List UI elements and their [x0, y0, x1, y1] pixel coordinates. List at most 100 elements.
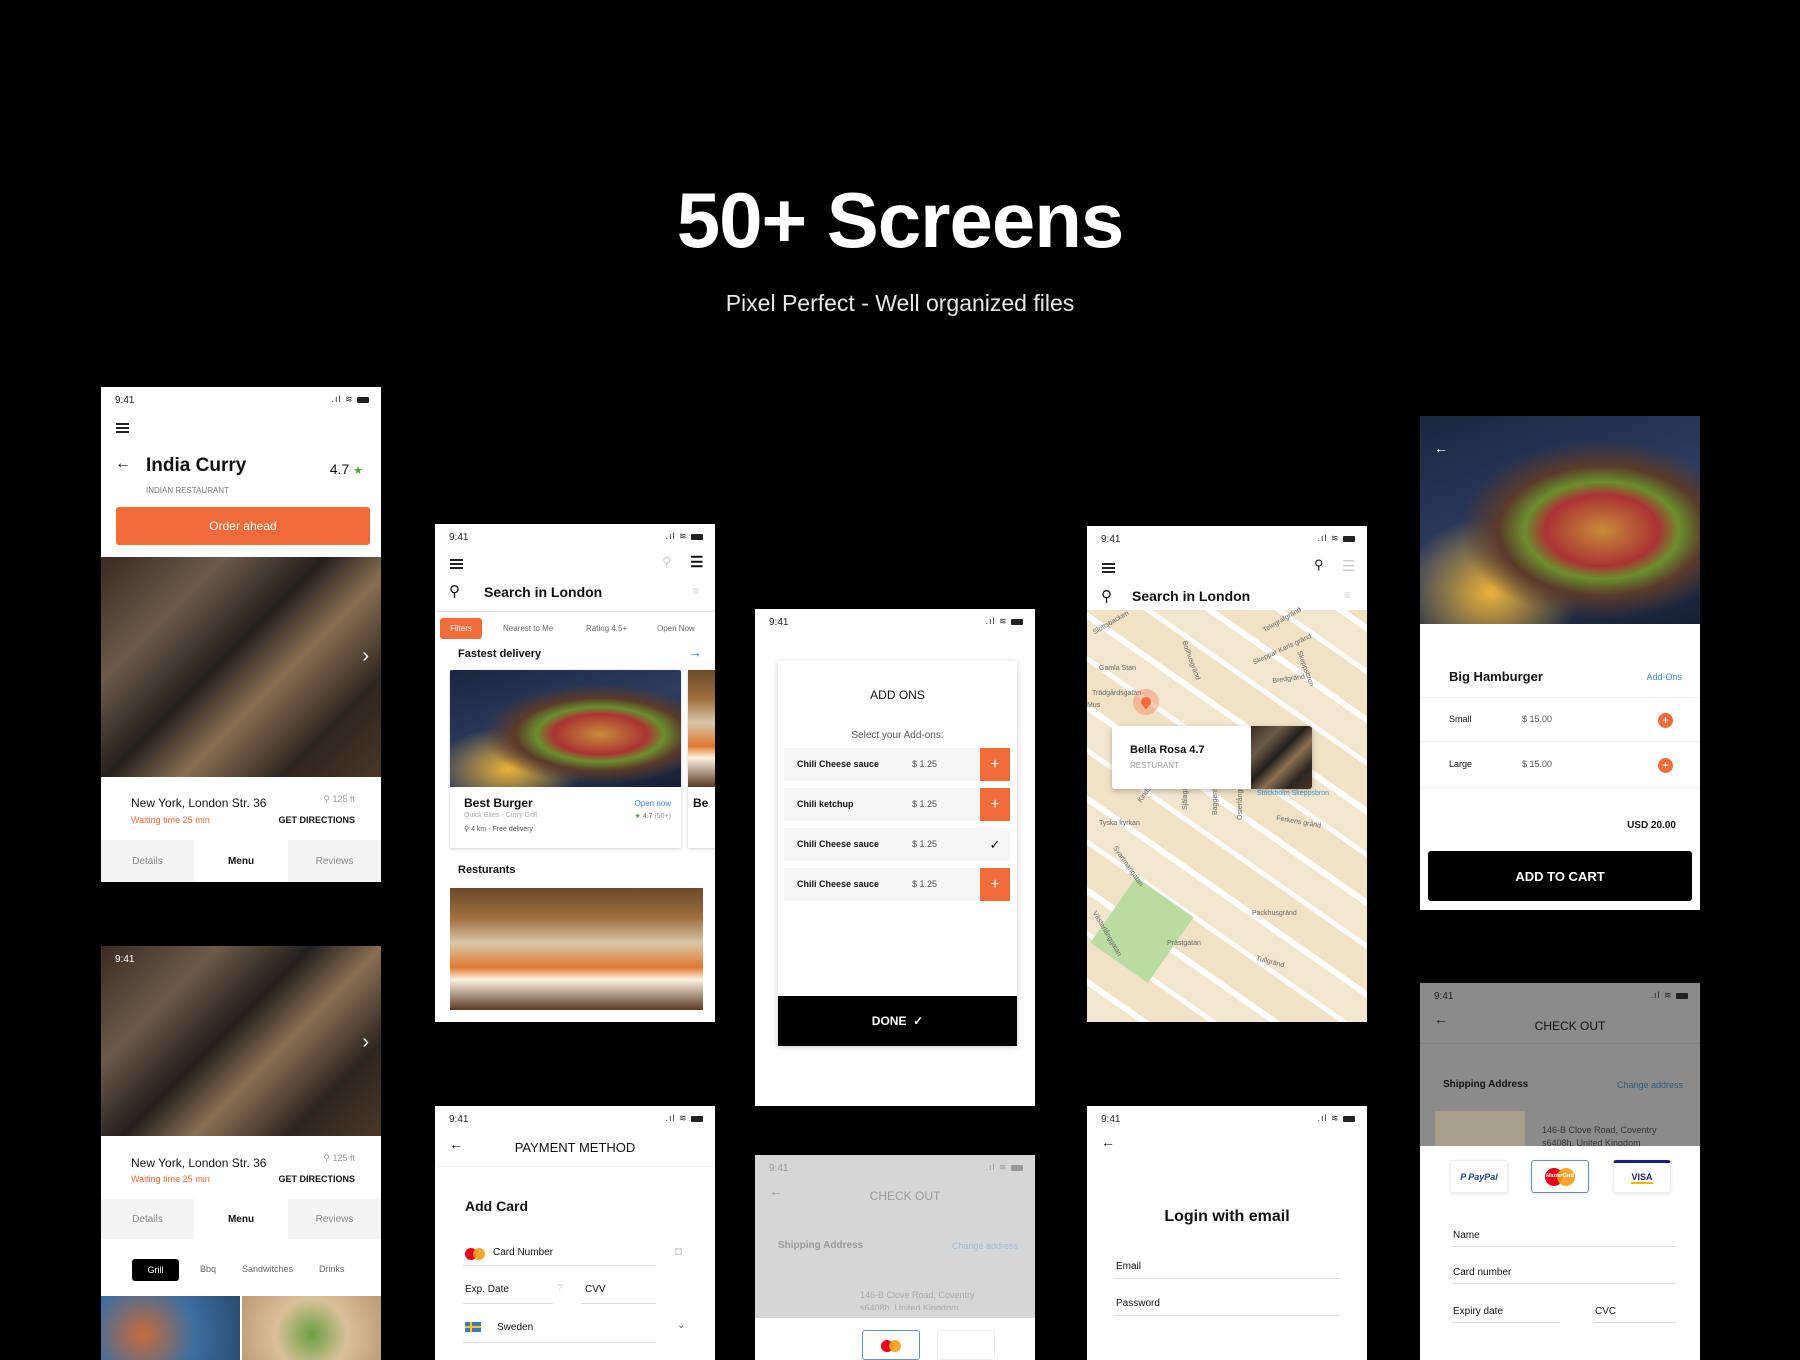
map-label: Tullgränd [1255, 955, 1285, 970]
map-view-icon[interactable]: ⚲ [1314, 557, 1324, 573]
waiting-time: Waiting time 25 min [131, 815, 210, 825]
tab-reviews[interactable]: Reviews [288, 840, 381, 882]
list-view-icon[interactable]: ☰ [690, 553, 703, 571]
menu-icon[interactable] [1102, 563, 1115, 573]
map[interactable]: Slottsbacken Gamla Stan Trädgårdsgatan Mus T… [1087, 607, 1367, 1022]
email-field[interactable]: Email [1116, 1261, 1141, 1272]
next-photo-icon[interactable]: › [362, 1031, 369, 1054]
category-bbq[interactable]: Bbq [200, 1264, 216, 1274]
visa-option[interactable]: VISA [1613, 1160, 1671, 1193]
country-select[interactable]: Sweden [497, 1322, 533, 1333]
tab-reviews[interactable]: Reviews [288, 1199, 381, 1239]
change-address-link[interactable]: Change address [1617, 1080, 1683, 1090]
next-photo-icon[interactable]: › [362, 645, 369, 668]
restaurant-card[interactable]: Best Burger Open now Quick Bites - Curry… [450, 670, 681, 848]
add-to-cart-button[interactable]: ADD TO CART [1428, 851, 1692, 901]
back-arrow-icon[interactable]: ← [1434, 440, 1448, 456]
restaurant-photo[interactable] [450, 888, 703, 1010]
filter-icon[interactable]: ≡ [692, 584, 699, 598]
addon-row[interactable]: Chili Cheese sauce $ 1.25 [784, 868, 980, 901]
visa-label: VISA [1631, 1171, 1653, 1184]
distance: ⚲ 125 ft [323, 1153, 355, 1164]
add-button[interactable]: + [980, 788, 1010, 821]
add-button[interactable]: + [980, 868, 1010, 901]
address-line-1: 146-B Clove Road, Coventry [860, 1290, 975, 1300]
addon-name: Chili Cheese sauce [797, 879, 880, 889]
screen-title: CHECK OUT [1534, 1019, 1606, 1033]
restaurant-popup[interactable]: Bella Rosa 4.7 RESTURANT [1112, 726, 1312, 789]
address-map-thumb [1435, 1111, 1525, 1146]
addons-link[interactable]: Add-Ons [1646, 672, 1682, 682]
restaurant-card-2[interactable]: Be [688, 670, 715, 848]
map-label: Packhusgränd [1252, 910, 1297, 917]
card-number-field[interactable]: Card number [1453, 1267, 1511, 1278]
chip-rating[interactable]: Rating 4.5+ [586, 624, 627, 633]
search-title[interactable]: Search in London [1132, 588, 1250, 604]
addon-name: Chili Cheese sauce [797, 759, 880, 769]
back-arrow-icon[interactable]: ← [115, 455, 131, 473]
payment-sheet: P PayPal MasterCard VISA Name Card number… [1420, 1146, 1700, 1360]
name-field[interactable]: Name [1453, 1230, 1480, 1241]
pin-icon: ⚲ [464, 826, 470, 833]
mastercard-option[interactable] [862, 1330, 920, 1360]
addon-row[interactable]: Chili Cheese sauce $ 1.25 [784, 828, 980, 861]
status-time: 9:41 [1101, 534, 1121, 545]
mastercard-option[interactable]: MasterCard [1531, 1160, 1589, 1193]
chip-open-now[interactable]: Open Now [657, 624, 695, 633]
size-large-label: Large [1449, 759, 1473, 769]
camera-icon[interactable]: ◘ [675, 1244, 682, 1258]
tab-menu[interactable]: Menu [194, 1199, 288, 1239]
pin-icon: ⚲ [323, 1153, 330, 1163]
order-ahead-button[interactable]: Order ahead [116, 507, 370, 545]
get-directions-link[interactable]: GET DIRECTIONS [278, 1174, 355, 1184]
search-icon[interactable]: ⚲ [1101, 587, 1112, 605]
restaurant-menu-screen: 9:41 › New York, London Str. 36 Waiting … [101, 946, 381, 1360]
status-icons: .ıl ≋ [665, 1113, 703, 1124]
change-address-link[interactable]: Change address [952, 1241, 1018, 1251]
add-large-button[interactable]: + [1658, 758, 1673, 773]
addon-row[interactable]: Chili Cheese sauce $ 1.25 [784, 748, 980, 781]
menu-icon[interactable] [116, 423, 129, 433]
add-button[interactable]: + [980, 748, 1010, 781]
help-icon[interactable]: ? [557, 1283, 563, 1294]
tab-menu[interactable]: Menu [194, 840, 288, 882]
map-label: Mus [1087, 702, 1101, 709]
tab-details[interactable]: Details [101, 1199, 194, 1239]
see-more-arrow-icon[interactable]: → [688, 644, 702, 660]
get-directions-link[interactable]: GET DIRECTIONS [278, 815, 355, 825]
done-button[interactable]: DONE ✓ [778, 996, 1017, 1046]
filter-icon[interactable]: ≡ [1344, 588, 1351, 602]
delivery-info: 4 km - Free delivery [471, 826, 533, 833]
add-small-button[interactable]: + [1658, 713, 1673, 728]
exp-date-field[interactable]: Exp. Date [465, 1284, 509, 1295]
location-pin-icon[interactable] [1133, 689, 1159, 715]
chip-nearest[interactable]: Nearest to Me [503, 624, 553, 633]
expiry-field[interactable]: Expiry date [1453, 1306, 1503, 1317]
paypal-option[interactable]: P PayPal [1450, 1160, 1508, 1193]
category-grill[interactable]: Grill [132, 1259, 179, 1281]
tab-details[interactable]: Details [101, 840, 194, 882]
menu-icon[interactable] [450, 559, 463, 569]
map-view-icon[interactable]: ⚲ [662, 554, 672, 570]
hero-title: 50+ Screens [676, 176, 1125, 264]
addon-price: $ 1.25 [912, 759, 938, 769]
chevron-down-icon[interactable]: ⌄ [677, 1320, 685, 1331]
chip-filters[interactable]: Filters [440, 618, 482, 639]
addon-row[interactable]: Chili ketchup $ 1.25 [784, 788, 980, 821]
cvv-field[interactable]: CVV [585, 1284, 606, 1295]
category-sandwitches[interactable]: Sandwitches [242, 1264, 293, 1274]
addons-dialog: ADD ONS Select your Add-ons: Chili Chees… [778, 661, 1017, 1046]
mastercard-icon [465, 1247, 485, 1265]
size-small-price: $ 15.00 [1522, 714, 1553, 724]
cvc-field[interactable]: CVC [1595, 1306, 1616, 1317]
card-number-field[interactable]: Card Number [493, 1247, 553, 1258]
sweden-flag-icon [465, 1322, 481, 1332]
category-drinks[interactable]: Drinks [319, 1264, 345, 1274]
search-icon[interactable]: ⚲ [449, 582, 460, 600]
search-title[interactable]: Search in London [484, 584, 602, 600]
back-arrow-icon[interactable]: ← [1101, 1134, 1115, 1150]
check-icon[interactable]: ✓ [980, 828, 1010, 861]
password-field[interactable]: Password [1116, 1298, 1160, 1309]
list-view-icon[interactable]: ☰ [1342, 557, 1355, 575]
visa-option[interactable] [937, 1330, 995, 1360]
